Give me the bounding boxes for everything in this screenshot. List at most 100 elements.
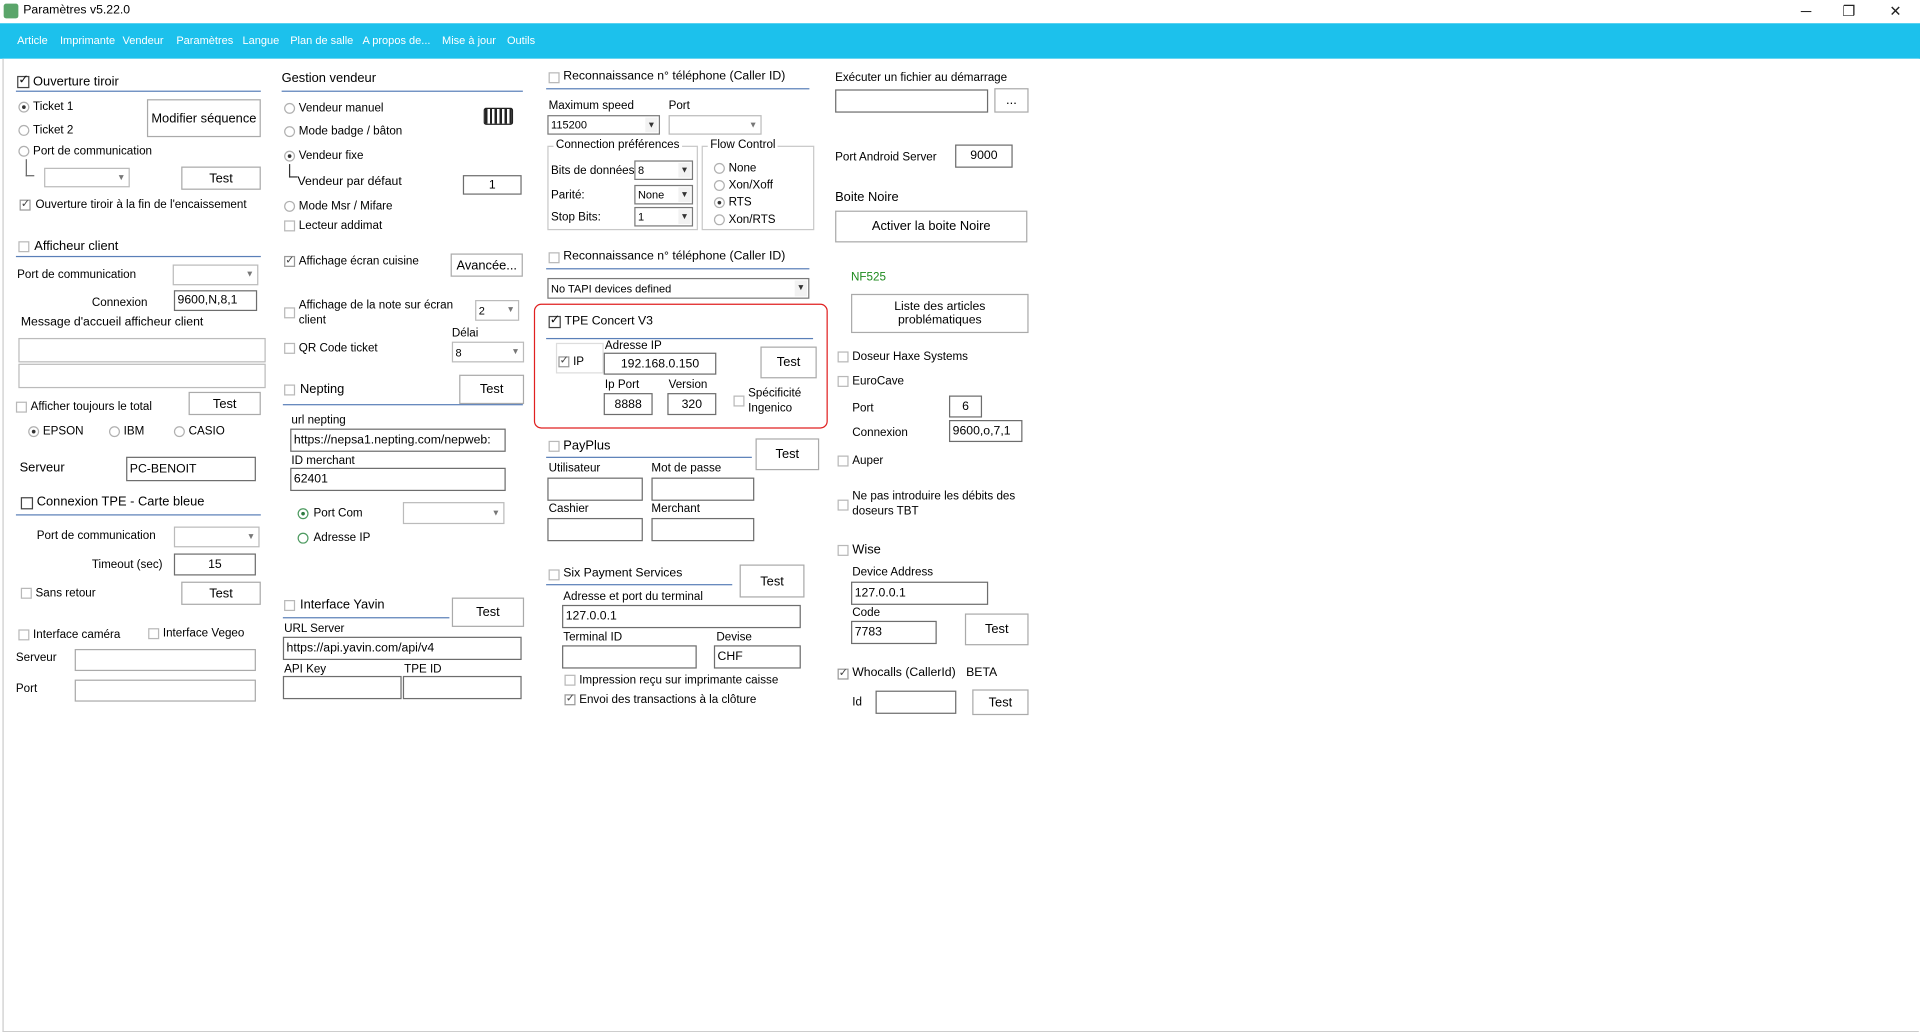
six-test-button[interactable]: Test bbox=[739, 564, 805, 598]
terminal-id-input[interactable] bbox=[562, 645, 697, 669]
yavin-test-button[interactable]: Test bbox=[451, 597, 525, 627]
lecteur-addimat-checkbox[interactable] bbox=[284, 220, 296, 232]
wise-test-button[interactable]: Test bbox=[964, 613, 1029, 646]
delai-select[interactable]: 8 ▼ bbox=[451, 341, 525, 363]
port-communication-radio[interactable] bbox=[18, 145, 30, 157]
ticket1-radio[interactable] bbox=[18, 101, 30, 113]
affichage-cuisine-checkbox[interactable] bbox=[284, 253, 296, 267]
eurocave-port-input[interactable]: 6 bbox=[948, 395, 983, 418]
maximize-button[interactable]: ❐ bbox=[1827, 0, 1871, 23]
flow-none-radio[interactable] bbox=[713, 162, 725, 174]
payplus-test-button[interactable]: Test bbox=[755, 438, 820, 471]
menu-article[interactable]: Article bbox=[17, 34, 48, 46]
adresse-ip-radio[interactable] bbox=[297, 532, 309, 544]
wise-checkbox[interactable] bbox=[837, 544, 849, 556]
flow-rts-radio[interactable] bbox=[713, 197, 725, 209]
code-input[interactable]: 7783 bbox=[851, 620, 937, 645]
message-line1-input[interactable] bbox=[18, 337, 266, 363]
avancee-button[interactable]: Avancée... bbox=[450, 253, 523, 277]
vendeur-fixe-radio[interactable] bbox=[284, 150, 296, 162]
eurocave-connexion-input[interactable]: 9600,o,7,1 bbox=[948, 420, 1023, 443]
nepting-port-select[interactable]: ▼ bbox=[402, 502, 505, 525]
whocalls-checkbox[interactable] bbox=[837, 666, 849, 680]
tpe-concert-checkbox[interactable] bbox=[548, 313, 561, 329]
close-button[interactable]: ✕ bbox=[1873, 0, 1917, 23]
interface-vegeo-checkbox[interactable] bbox=[148, 628, 160, 640]
six-payment-checkbox[interactable] bbox=[548, 569, 560, 581]
caller-id-tapi-checkbox[interactable] bbox=[548, 252, 560, 264]
timeout-input[interactable]: 15 bbox=[173, 553, 256, 576]
message-line2-input[interactable] bbox=[18, 363, 266, 389]
liste-articles-button[interactable]: Liste des articles problématiques bbox=[851, 293, 1029, 334]
stop-bits-select[interactable]: 1 ▼ bbox=[634, 206, 694, 227]
menu-a-propos[interactable]: A propos de... bbox=[362, 34, 430, 46]
afficheur-test-button[interactable]: Test bbox=[188, 391, 261, 416]
serveur-input[interactable]: PC-BENOIT bbox=[126, 456, 256, 482]
six-adresse-input[interactable]: 127.0.0.1 bbox=[562, 604, 801, 629]
device-address-input[interactable]: 127.0.0.1 bbox=[851, 581, 989, 605]
qr-code-checkbox[interactable] bbox=[284, 342, 296, 354]
afficher-total-checkbox[interactable] bbox=[15, 401, 27, 413]
vendeur-defaut-input[interactable]: 1 bbox=[462, 175, 522, 195]
devise-input[interactable]: CHF bbox=[713, 645, 801, 669]
mode-msr-radio[interactable] bbox=[284, 200, 296, 212]
ibm-radio[interactable] bbox=[108, 426, 121, 438]
concert-adresse-ip-input[interactable]: 192.168.0.150 bbox=[603, 352, 717, 375]
mode-badge-radio[interactable] bbox=[284, 126, 296, 138]
whocalls-id-input[interactable] bbox=[875, 690, 957, 714]
max-speed-select[interactable]: 115200 ▼ bbox=[547, 115, 661, 135]
cashier-input[interactable] bbox=[547, 517, 643, 542]
casio-radio[interactable] bbox=[173, 426, 185, 438]
menu-parametres[interactable]: Paramètres bbox=[176, 34, 233, 46]
doseur-haxe-checkbox[interactable] bbox=[837, 351, 849, 363]
whocalls-test-button[interactable]: Test bbox=[972, 689, 1029, 716]
utilisateur-input[interactable] bbox=[547, 477, 643, 501]
doseurs-tbt-checkbox[interactable] bbox=[837, 499, 849, 511]
tiroir-port-select[interactable]: ▼ bbox=[44, 167, 130, 188]
merchant-input[interactable] bbox=[651, 517, 755, 542]
menu-outils[interactable]: Outils bbox=[507, 34, 535, 46]
interface-camera-checkbox[interactable] bbox=[18, 629, 30, 641]
auper-checkbox[interactable] bbox=[837, 455, 849, 467]
modifier-sequence-button[interactable]: Modifier séquence bbox=[146, 99, 261, 138]
eurocave-checkbox[interactable] bbox=[837, 375, 849, 387]
tapi-select[interactable]: No TAPI devices defined ▼ bbox=[547, 277, 810, 299]
flow-xon-radio[interactable] bbox=[713, 180, 725, 192]
version-input[interactable]: 320 bbox=[667, 393, 717, 416]
connexion-tpe-checkbox[interactable] bbox=[20, 497, 34, 510]
note-ecran-client-checkbox[interactable] bbox=[284, 307, 296, 319]
ip-port-input[interactable]: 8888 bbox=[603, 393, 653, 416]
vendeur-manuel-radio[interactable] bbox=[284, 102, 296, 114]
caller-id-checkbox[interactable] bbox=[548, 72, 560, 84]
id-merchant-input[interactable]: 62401 bbox=[290, 467, 506, 492]
flow-xonrts-radio[interactable] bbox=[713, 214, 725, 226]
activer-boite-noire-button[interactable]: Activer la boite Noire bbox=[835, 210, 1028, 243]
menu-langue[interactable]: Langue bbox=[242, 34, 279, 46]
url-nepting-input[interactable]: https://nepsa1.nepting.com/nepweb: bbox=[290, 428, 506, 452]
port-com-radio[interactable] bbox=[297, 508, 309, 520]
menu-vendeur[interactable]: Vendeur bbox=[122, 34, 163, 46]
nepting-test-button[interactable]: Test bbox=[459, 374, 525, 405]
afficheur-client-checkbox[interactable] bbox=[18, 241, 30, 253]
camera-serveur-input[interactable] bbox=[74, 648, 256, 672]
menu-imprimante[interactable]: Imprimante bbox=[60, 34, 115, 46]
mot-de-passe-input[interactable] bbox=[651, 477, 755, 501]
fin-encaissement-checkbox[interactable] bbox=[19, 197, 31, 211]
menu-plan-de-salle[interactable]: Plan de salle bbox=[290, 34, 353, 46]
url-server-input[interactable]: https://api.yavin.com/api/v4 bbox=[282, 636, 522, 661]
tpe-id-input[interactable] bbox=[402, 675, 522, 700]
afficheur-connexion-input[interactable]: 9600,N,8,1 bbox=[173, 290, 258, 312]
envoi-cloture-checkbox[interactable] bbox=[564, 692, 576, 706]
afficheur-port-select[interactable]: ▼ bbox=[172, 264, 259, 286]
yavin-checkbox[interactable] bbox=[284, 600, 296, 612]
caller-port-select[interactable]: ▼ bbox=[668, 115, 762, 135]
ip-checkbox[interactable] bbox=[558, 354, 570, 368]
ticket2-radio[interactable] bbox=[18, 124, 30, 136]
bits-select[interactable]: 8 ▼ bbox=[634, 160, 694, 181]
note-ecran-select[interactable]: 2 ▼ bbox=[475, 300, 520, 321]
ouverture-tiroir-checkbox[interactable] bbox=[17, 73, 30, 89]
epson-radio[interactable] bbox=[28, 426, 40, 438]
parite-select[interactable]: None ▼ bbox=[634, 184, 694, 205]
menu-mise-a-jour[interactable]: Mise à jour bbox=[442, 34, 496, 46]
android-port-input[interactable]: 9000 bbox=[955, 144, 1013, 168]
